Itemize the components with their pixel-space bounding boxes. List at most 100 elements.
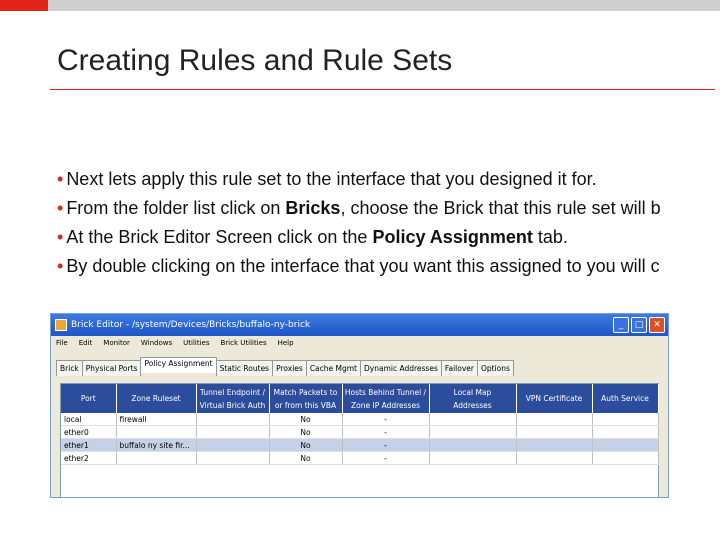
table-cell [116, 451, 197, 465]
bullet-item: • Next lets apply this rule set to the in… [57, 165, 720, 194]
table-cell: No [269, 413, 343, 426]
bullet-marker: • [57, 227, 64, 247]
tab-bar: Brick Physical Ports Policy Assignment Stat… [56, 357, 514, 376]
column-header[interactable]: Zone Ruleset [116, 384, 197, 413]
tab-proxies[interactable]: Proxies [272, 360, 307, 376]
column-header-line1: Tunnel Endpoint / [199, 387, 266, 397]
column-header-line1: VPN Certificate [525, 394, 583, 403]
table-cell: No [269, 438, 343, 452]
table-cell: - [342, 438, 430, 452]
bullet-item: • From the folder list click on Bricks, c… [57, 194, 720, 223]
table-cell: - [342, 451, 430, 465]
policy-table: Port Zone Ruleset Tunnel Endpoint / Virtual… [60, 383, 659, 497]
column-header-line2: Virtual Brick Auth [199, 400, 266, 410]
column-header-line2: or from this VBA [274, 400, 337, 410]
column-header-line1: Port [80, 394, 96, 403]
table-cell: ether2 [61, 451, 117, 465]
table-cell: ether0 [61, 425, 117, 439]
table-cell: local [61, 413, 117, 426]
tab-cache-mgmt[interactable]: Cache Mgmt [305, 360, 361, 376]
bullet-text: Next lets apply this rule set to the int… [66, 169, 597, 189]
table-cell: No [269, 451, 343, 465]
table-cell: No [269, 425, 343, 439]
window-title: Brick Editor - /system/Devices/Bricks/bu… [71, 320, 311, 330]
table-cell [429, 413, 517, 426]
table-cell [592, 438, 659, 452]
tab-failover[interactable]: Failover [440, 360, 478, 376]
table-cell [429, 425, 517, 439]
table-cell [516, 438, 593, 452]
bullet-text-tail: , choose the Brick that this rule set wi… [340, 198, 661, 218]
column-header[interactable]: Local Map Addresses [429, 384, 517, 413]
close-icon[interactable]: ✕ [649, 317, 665, 333]
menu-item[interactable]: Edit [79, 339, 93, 347]
bullet-marker: • [57, 256, 64, 276]
table-cell [196, 425, 270, 439]
table-cell [429, 438, 517, 452]
table-cell [516, 451, 593, 465]
table-row[interactable]: ether2 No - [61, 451, 659, 465]
menu-item[interactable]: Monitor [103, 339, 130, 347]
bullet-text: At the Brick Editor Screen click on the [66, 227, 373, 247]
top-gray-bar [48, 0, 720, 11]
menu-item[interactable]: Help [278, 339, 294, 347]
table-cell: - [342, 425, 430, 439]
bullet-text: From the folder list click on [66, 198, 286, 218]
table-row[interactable]: ether0 No - [61, 425, 659, 439]
menu-item[interactable]: File [56, 339, 68, 347]
bullet-bold-text: Bricks [285, 198, 341, 218]
tab-dynamic-addresses[interactable]: Dynamic Addresses [360, 360, 442, 376]
column-header-line1: Auth Service [601, 394, 649, 403]
table-cell [592, 451, 659, 465]
column-header[interactable]: Auth Service [592, 384, 659, 413]
table-cell [516, 413, 593, 426]
table-row[interactable]: local firewall No - [61, 413, 659, 426]
column-header-line2: Zone IP Addresses [351, 400, 420, 410]
window-titlebar: Brick Editor - /system/Devices/Bricks/bu… [51, 314, 668, 336]
column-header-line1: Match Packets to [273, 387, 338, 397]
menu-item[interactable]: Utilities [183, 339, 209, 347]
column-header-line2: Addresses [453, 400, 492, 410]
table-cell [429, 451, 517, 465]
table-cell [592, 413, 659, 426]
bullet-bold-text: Policy Assignment [372, 227, 533, 247]
table-header-row: Port Zone Ruleset Tunnel Endpoint / Virtual… [61, 384, 659, 413]
bullet-list: • Next lets apply this rule set to the in… [57, 165, 720, 281]
table-cell [196, 451, 270, 465]
tab-physical-ports[interactable]: Physical Ports [81, 360, 142, 376]
minimize-icon[interactable]: _ [613, 317, 629, 333]
window-controls: _ □ ✕ [613, 317, 665, 333]
table-cell [116, 425, 197, 439]
menu-item[interactable]: Brick Utilities [221, 339, 267, 347]
slide-title: Creating Rules and Rule Sets [57, 44, 453, 77]
table-cell: - [342, 413, 430, 426]
column-header[interactable]: Match Packets to or from this VBA [269, 384, 343, 413]
table-cell [516, 425, 593, 439]
tab-policy-assignment[interactable]: Policy Assignment [140, 357, 217, 373]
title-divider [50, 89, 715, 90]
maximize-icon[interactable]: □ [631, 317, 647, 333]
bullet-text: By double clicking on the interface that… [66, 256, 660, 276]
column-header-line1: Zone Ruleset [131, 394, 181, 403]
bullet-item: • At the Brick Editor Screen click on the… [57, 223, 720, 252]
tab-brick[interactable]: Brick [56, 360, 83, 376]
menu-item[interactable]: Windows [141, 339, 172, 347]
bullet-marker: • [57, 198, 64, 218]
tab-options[interactable]: Options [476, 360, 514, 376]
column-header[interactable]: Tunnel Endpoint / Virtual Brick Auth [196, 384, 270, 413]
app-icon [55, 319, 67, 331]
column-header[interactable]: Port [61, 384, 117, 413]
bullet-marker: • [57, 169, 64, 189]
table-cell [196, 413, 270, 426]
column-header[interactable]: Hosts Behind Tunnel / Zone IP Addresses [342, 384, 430, 413]
table-cell: firewall [116, 413, 197, 426]
table-cell: ether1 [61, 438, 117, 452]
table-row[interactable]: ether1 buffalo ny site fir... No - [61, 438, 659, 452]
top-accent-bar [0, 0, 48, 11]
column-header[interactable]: VPN Certificate [516, 384, 593, 413]
brick-editor-window: Brick Editor - /system/Devices/Bricks/bu… [50, 313, 669, 498]
bullet-item: • By double clicking on the interface tha… [57, 252, 720, 281]
column-header-line1: Hosts Behind Tunnel / [344, 387, 427, 397]
tab-static-routes[interactable]: Static Routes [215, 360, 274, 376]
column-header-line1: Local Map [453, 387, 492, 397]
